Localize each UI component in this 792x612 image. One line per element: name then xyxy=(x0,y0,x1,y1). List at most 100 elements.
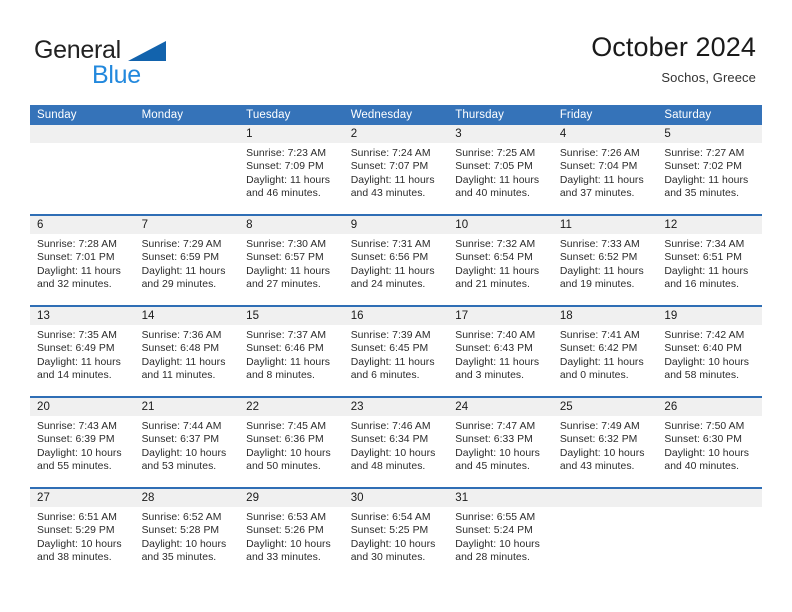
calendar-day-cell[interactable]: 5 Sunrise: 7:27 AM Sunset: 7:02 PM Daylight… xyxy=(657,125,762,215)
calendar-day-cell[interactable]: 25 Sunrise: 7:49 AM Sunset: 6:32 PM Dayligh… xyxy=(552,396,658,488)
sunrise-time: Sunrise: 7:31 AM xyxy=(350,239,431,250)
daylight-duration-line2: and 30 minutes. xyxy=(350,552,426,564)
calendar-day-cell[interactable]: 14 Sunrise: 7:36 AM Sunset: 6:48 PM Dayligh… xyxy=(134,305,240,397)
calendar-day-cell[interactable]: 8 Sunrise: 7:30 AM Sunset: 6:57 PM Daylight… xyxy=(239,214,344,306)
day-cell-inner: 20 Sunrise: 7:43 AM Sunset: 6:39 PM Dayligh… xyxy=(30,398,135,487)
daylight-duration-line2: and 3 minutes. xyxy=(455,370,525,382)
day-details: Sunrise: 7:32 AM Sunset: 6:54 PM Daylight:… xyxy=(448,234,553,292)
calendar-day-cell[interactable]: 12 Sunrise: 7:34 AM Sunset: 6:51 PM Dayligh… xyxy=(657,214,762,306)
day-cell-inner xyxy=(134,125,240,214)
sunrise-time: Sunrise: 7:30 AM xyxy=(246,239,327,250)
day-cell-inner: 14 Sunrise: 7:36 AM Sunset: 6:48 PM Dayligh… xyxy=(134,307,240,396)
calendar-day-cell[interactable]: 31 Sunrise: 6:55 AM Sunset: 5:24 PM Dayligh… xyxy=(448,487,553,578)
calendar-day-cell[interactable]: 18 Sunrise: 7:41 AM Sunset: 6:42 PM Dayligh… xyxy=(552,305,658,397)
calendar-day-cell[interactable]: 9 Sunrise: 7:31 AM Sunset: 6:56 PM Daylight… xyxy=(343,214,449,306)
day-number: 24 xyxy=(448,398,553,416)
brand-name-blue: Blue xyxy=(92,61,141,89)
calendar-day-cell[interactable]: 15 Sunrise: 7:37 AM Sunset: 6:46 PM Dayligh… xyxy=(239,305,344,397)
day-details: Sunrise: 7:45 AM Sunset: 6:36 PM Daylight:… xyxy=(239,416,344,474)
daylight-duration-line1: Daylight: 10 hours xyxy=(664,356,750,368)
day-details: Sunrise: 7:28 AM Sunset: 7:01 PM Daylight:… xyxy=(30,234,135,292)
sunset-time: Sunset: 6:33 PM xyxy=(455,434,533,446)
calendar-day-cell[interactable]: 29 Sunrise: 6:53 AM Sunset: 5:26 PM Dayligh… xyxy=(239,487,344,578)
calendar-day-cell[interactable]: 24 Sunrise: 7:47 AM Sunset: 6:33 PM Dayligh… xyxy=(448,396,553,488)
sunrise-time: Sunrise: 7:45 AM xyxy=(246,421,327,432)
day-cell-inner: 23 Sunrise: 7:46 AM Sunset: 6:34 PM Dayligh… xyxy=(343,398,449,487)
day-number: 3 xyxy=(448,125,553,143)
sunrise-time: Sunrise: 7:24 AM xyxy=(350,148,431,159)
day-cell-inner: 28 Sunrise: 6:52 AM Sunset: 5:28 PM Dayligh… xyxy=(134,489,240,578)
calendar-day-cell-empty xyxy=(657,487,762,578)
page-subtitle: Sochos, Greece xyxy=(661,70,756,85)
sunset-time: Sunset: 5:24 PM xyxy=(455,525,533,537)
day-details: Sunrise: 7:39 AM Sunset: 6:45 PM Daylight:… xyxy=(344,325,449,383)
day-details: Sunrise: 7:30 AM Sunset: 6:57 PM Daylight:… xyxy=(239,234,344,292)
sunset-time: Sunset: 6:39 PM xyxy=(37,434,115,446)
calendar-day-cell[interactable]: 3 Sunrise: 7:25 AM Sunset: 7:05 PM Daylight… xyxy=(448,125,553,215)
daylight-duration-line1: Daylight: 11 hours xyxy=(350,265,435,277)
calendar-day-cell[interactable]: 1 Sunrise: 7:23 AM Sunset: 7:09 PM Daylight… xyxy=(239,125,344,215)
daylight-duration-line2: and 11 minutes. xyxy=(141,370,216,382)
day-details: Sunrise: 7:29 AM Sunset: 6:59 PM Daylight:… xyxy=(135,234,240,292)
day-number: 21 xyxy=(134,398,240,416)
calendar-day-cell[interactable]: 17 Sunrise: 7:40 AM Sunset: 6:43 PM Dayligh… xyxy=(448,305,553,397)
daylight-duration-line2: and 50 minutes. xyxy=(246,461,321,473)
sunset-time: Sunset: 5:29 PM xyxy=(37,525,115,537)
daylight-duration-line2: and 55 minutes. xyxy=(37,461,112,473)
daylight-duration-line1: Daylight: 10 hours xyxy=(455,538,540,550)
sunset-time: Sunset: 6:40 PM xyxy=(664,343,742,355)
calendar-day-cell[interactable]: 28 Sunrise: 6:52 AM Sunset: 5:28 PM Dayligh… xyxy=(134,487,240,578)
day-number: 14 xyxy=(134,307,240,325)
calendar-day-cell[interactable]: 11 Sunrise: 7:33 AM Sunset: 6:52 PM Dayligh… xyxy=(552,214,658,306)
calendar-day-cell[interactable]: 21 Sunrise: 7:44 AM Sunset: 6:37 PM Dayligh… xyxy=(134,396,240,488)
page-title: October 2024 xyxy=(591,32,756,62)
day-number: 12 xyxy=(657,216,762,234)
sunrise-time: Sunrise: 7:23 AM xyxy=(246,148,327,159)
day-details: Sunrise: 7:27 AM Sunset: 7:02 PM Daylight:… xyxy=(657,143,762,201)
brand-logo[interactable]: General Blue xyxy=(34,36,254,89)
daylight-duration-line1: Daylight: 11 hours xyxy=(559,356,644,368)
calendar-day-cell[interactable]: 6 Sunrise: 7:28 AM Sunset: 7:01 PM Daylight… xyxy=(30,214,135,306)
day-details: Sunrise: 7:49 AM Sunset: 6:32 PM Daylight:… xyxy=(553,416,658,474)
weekday-header-sunday: Sunday xyxy=(30,105,135,125)
weekday-header-row: Sunday Monday Tuesday Wednesday Thursday… xyxy=(30,105,762,125)
daylight-duration-line1: Daylight: 11 hours xyxy=(664,174,749,186)
calendar-day-cell[interactable]: 26 Sunrise: 7:50 AM Sunset: 6:30 PM Dayligh… xyxy=(657,396,762,488)
sunrise-time: Sunrise: 7:27 AM xyxy=(664,148,745,159)
day-cell-inner: 11 Sunrise: 7:33 AM Sunset: 6:52 PM Dayligh… xyxy=(552,216,658,305)
day-cell-inner: 12 Sunrise: 7:34 AM Sunset: 6:51 PM Dayligh… xyxy=(657,216,762,305)
calendar-day-cell[interactable]: 19 Sunrise: 7:42 AM Sunset: 6:40 PM Dayligh… xyxy=(657,305,762,397)
sunset-time: Sunset: 6:56 PM xyxy=(350,252,429,264)
calendar-day-cell[interactable]: 2 Sunrise: 7:24 AM Sunset: 7:07 PM Daylight… xyxy=(343,125,449,215)
calendar-day-cell[interactable]: 13 Sunrise: 7:35 AM Sunset: 6:49 PM Dayligh… xyxy=(30,305,135,397)
day-number: 25 xyxy=(552,398,658,416)
day-cell-inner: 13 Sunrise: 7:35 AM Sunset: 6:49 PM Dayligh… xyxy=(30,307,135,396)
sunset-time: Sunset: 6:37 PM xyxy=(141,434,220,446)
daylight-duration-line2: and 16 minutes. xyxy=(664,279,740,291)
day-details: Sunrise: 7:42 AM Sunset: 6:40 PM Daylight:… xyxy=(657,325,762,383)
day-cell-inner: 31 Sunrise: 6:55 AM Sunset: 5:24 PM Dayligh… xyxy=(448,489,553,578)
day-number: 11 xyxy=(552,216,658,234)
calendar-day-cell[interactable]: 7 Sunrise: 7:29 AM Sunset: 6:59 PM Daylight… xyxy=(134,214,240,306)
triangle-icon xyxy=(128,41,166,61)
calendar-day-cell[interactable]: 10 Sunrise: 7:32 AM Sunset: 6:54 PM Dayligh… xyxy=(448,214,553,306)
day-number: 9 xyxy=(343,216,449,234)
daylight-duration-line2: and 19 minutes. xyxy=(559,279,635,291)
daylight-duration-line2: and 46 minutes. xyxy=(246,188,321,200)
day-number: 10 xyxy=(448,216,553,234)
calendar-day-cell[interactable]: 16 Sunrise: 7:39 AM Sunset: 6:45 PM Dayligh… xyxy=(343,305,449,397)
sunset-time: Sunset: 6:43 PM xyxy=(455,343,533,355)
calendar-day-cell[interactable]: 20 Sunrise: 7:43 AM Sunset: 6:39 PM Dayligh… xyxy=(30,396,135,488)
day-details: Sunrise: 7:35 AM Sunset: 6:49 PM Daylight:… xyxy=(30,325,135,383)
day-cell-inner: 18 Sunrise: 7:41 AM Sunset: 6:42 PM Dayligh… xyxy=(552,307,658,396)
page-header: General Blue October 2024 Sochos, Greece xyxy=(0,0,792,100)
daylight-duration-line2: and 14 minutes. xyxy=(37,370,112,382)
daylight-duration-line2: and 28 minutes. xyxy=(455,552,530,564)
calendar-day-cell[interactable]: 30 Sunrise: 6:54 AM Sunset: 5:25 PM Dayligh… xyxy=(343,487,449,578)
day-number: 17 xyxy=(448,307,553,325)
calendar-day-cell[interactable]: 27 Sunrise: 6:51 AM Sunset: 5:29 PM Dayligh… xyxy=(30,487,135,578)
calendar-day-cell[interactable]: 22 Sunrise: 7:45 AM Sunset: 6:36 PM Dayligh… xyxy=(239,396,344,488)
calendar-day-cell[interactable]: 4 Sunrise: 7:26 AM Sunset: 7:04 PM Daylight… xyxy=(552,125,658,215)
sunset-time: Sunset: 7:04 PM xyxy=(559,161,638,173)
calendar-day-cell[interactable]: 23 Sunrise: 7:46 AM Sunset: 6:34 PM Dayligh… xyxy=(343,396,449,488)
